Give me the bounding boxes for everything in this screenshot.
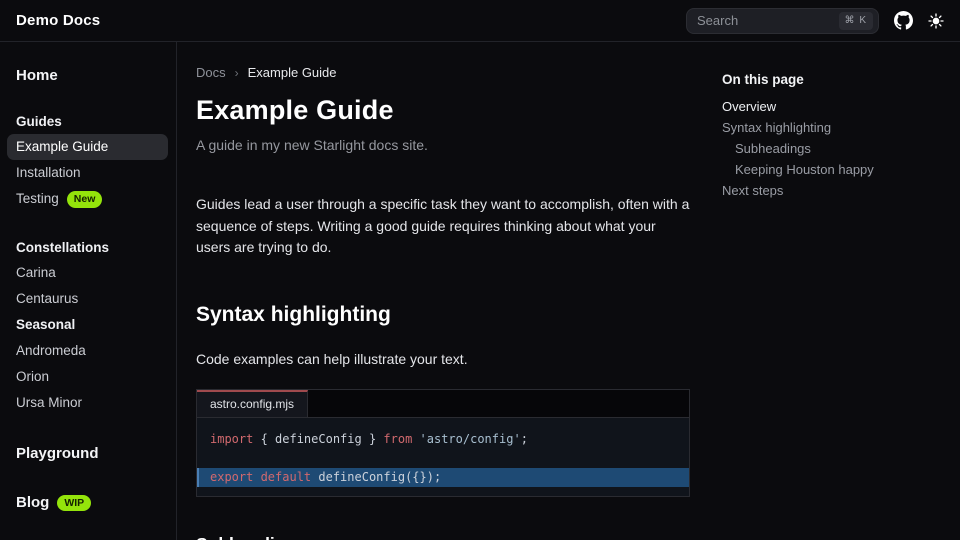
page-body: Home Guides Example Guide Installation T… [0, 42, 960, 540]
sidebar-item-ursa-minor[interactable]: Ursa Minor [7, 390, 168, 416]
sidebar-item-example-guide[interactable]: Example Guide [7, 134, 168, 160]
on-this-page-nav: On this page Overview Syntax highlightin… [722, 42, 960, 540]
sidebar-item-andromeda[interactable]: Andromeda [7, 338, 168, 364]
page-title: Example Guide [196, 95, 690, 126]
toc-item-keeping-houston-happy[interactable]: Keeping Houston happy [722, 159, 948, 180]
sidebar-item-centaurus[interactable]: Centaurus [7, 286, 168, 312]
toc-item-overview[interactable]: Overview [722, 96, 948, 117]
wip-badge: WIP [57, 495, 91, 512]
heading-subheadings: Subheadings [196, 534, 690, 540]
theme-toggle-sun-icon[interactable] [928, 13, 944, 29]
sidebar-item-testing-label: Testing [16, 191, 59, 206]
code-line-3-marked: export default defineConfig({}); [197, 468, 689, 487]
sidebar-item-carina[interactable]: Carina [7, 260, 168, 286]
sidebar-item-installation[interactable]: Installation [7, 160, 168, 186]
sidebar-item-home[interactable]: Home [16, 64, 168, 87]
code-token-import: import [210, 432, 253, 446]
search-input[interactable]: Search ⌘ K [686, 8, 879, 34]
sidebar-item-playground[interactable]: Playground [16, 442, 168, 465]
breadcrumb-current: Example Guide [248, 65, 337, 80]
toc-title: On this page [722, 72, 948, 87]
toc-item-syntax-highlighting[interactable]: Syntax highlighting [722, 117, 948, 138]
page-subtitle: A guide in my new Starlight docs site. [196, 137, 690, 153]
sidebar-nav: Home Guides Example Guide Installation T… [0, 42, 177, 540]
site-title[interactable]: Demo Docs [16, 12, 100, 29]
code-tab-bar: astro.config.mjs [197, 390, 689, 418]
sidebar-item-testing[interactable]: Testing New [7, 186, 168, 213]
code-area[interactable]: import { defineConfig } from 'astro/conf… [197, 418, 689, 496]
sidebar-item-blog-label: Blog [16, 494, 49, 511]
code-token-export-default: export default [210, 470, 311, 484]
search-shortcut-kbd: ⌘ K [839, 12, 873, 30]
code-block: astro.config.mjs import { defineConfig }… [196, 389, 690, 497]
code-tab-filename[interactable]: astro.config.mjs [197, 390, 308, 417]
toc-item-subheadings[interactable]: Subheadings [722, 138, 948, 159]
sidebar-group-constellations: Constellations [16, 240, 168, 255]
sidebar-subgroup-seasonal[interactable]: Seasonal [7, 312, 168, 338]
code-token-defineconfig-call: defineConfig({}); [311, 470, 441, 484]
sidebar-group-guides: Guides [16, 114, 168, 129]
app-window: Demo Docs Search ⌘ K [0, 0, 960, 540]
syntax-lead-paragraph: Code examples can help illustrate your t… [196, 351, 690, 367]
intro-paragraph: Guides lead a user through a specific ta… [196, 194, 690, 259]
toc-item-next-steps[interactable]: Next steps [722, 180, 948, 201]
github-icon[interactable] [894, 11, 913, 30]
code-line-2 [197, 449, 689, 468]
breadcrumb: Docs › Example Guide [196, 65, 690, 80]
code-token-string: 'astro/config' [412, 432, 520, 446]
code-line-1: import { defineConfig } from 'astro/conf… [197, 430, 689, 449]
sidebar-item-blog[interactable]: Blog WIP [16, 491, 168, 515]
code-token-semicolon: ; [521, 432, 528, 446]
header-actions: Search ⌘ K [686, 8, 944, 34]
sidebar-item-orion[interactable]: Orion [7, 364, 168, 390]
main-content: Docs › Example Guide Example Guide A gui… [177, 42, 722, 540]
chevron-right-icon: › [235, 66, 239, 80]
breadcrumb-docs[interactable]: Docs [196, 65, 226, 80]
heading-syntax-highlighting: Syntax highlighting [196, 303, 690, 327]
code-token-defineconfig: { defineConfig } [253, 432, 383, 446]
code-token-from: from [383, 432, 412, 446]
new-badge: New [67, 191, 103, 208]
search-placeholder: Search [697, 13, 831, 28]
top-nav: Demo Docs Search ⌘ K [0, 0, 960, 42]
